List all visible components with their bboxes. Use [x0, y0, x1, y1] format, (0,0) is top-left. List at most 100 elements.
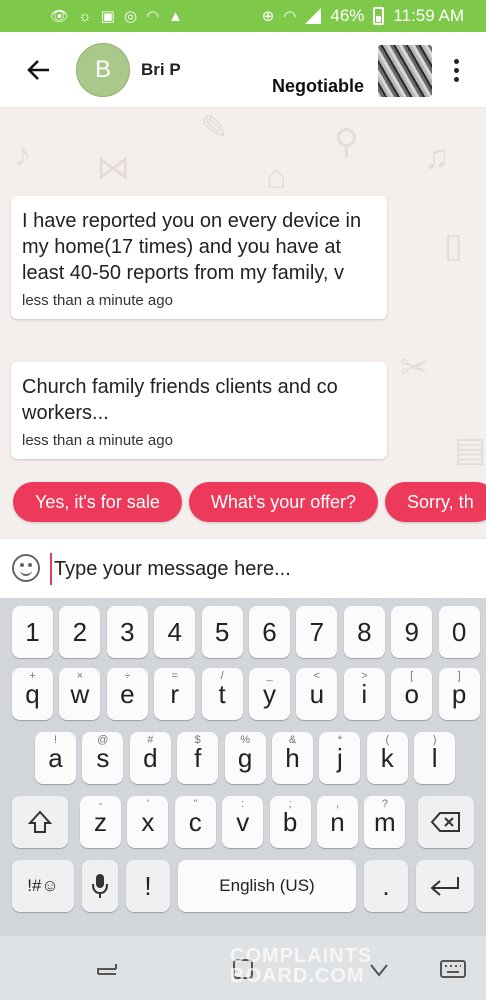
key-secondary-label: ?: [381, 798, 388, 810]
key-secondary-label: ]: [457, 670, 461, 682]
symbols-key[interactable]: !#☺: [12, 860, 74, 912]
key[interactable]: (k: [366, 732, 408, 784]
key-secondary-label: !: [53, 734, 58, 746]
shift-key[interactable]: [12, 796, 68, 848]
key[interactable]: ! a: [35, 732, 76, 784]
scissors-icon: ✂: [400, 349, 429, 387]
key-label: l: [431, 742, 438, 773]
key-label: 7: [309, 616, 325, 647]
key-label: h: [285, 742, 300, 773]
key[interactable]: ? m: [364, 796, 406, 848]
key-label: r: [170, 678, 180, 709]
voice-input-key[interactable]: [82, 860, 118, 912]
key[interactable]: # d: [129, 732, 171, 784]
doodle-icon: ✎: [200, 109, 229, 147]
key[interactable]: :v: [222, 796, 264, 848]
key[interactable]: 1: [12, 606, 53, 658]
key[interactable]: _ y: [249, 668, 290, 720]
key[interactable]: -z: [80, 796, 121, 848]
keyboard-switch-button[interactable]: [438, 954, 468, 984]
back-arrow-icon: [27, 60, 49, 80]
key[interactable]: ; b: [269, 796, 311, 848]
key[interactable]: 8: [343, 606, 385, 658]
key-secondary-label: -: [98, 798, 103, 810]
key-secondary-label: #: [147, 734, 154, 746]
more-options-button[interactable]: [444, 54, 468, 86]
key-label: v: [236, 806, 250, 837]
backspace-icon: [430, 812, 460, 832]
trumpet-icon: ♪: [14, 136, 31, 174]
keyboard-icon: [440, 960, 466, 978]
key-label: j: [337, 742, 343, 773]
exclamation-key[interactable]: !: [126, 860, 170, 912]
soft-keyboard: !#☺ ! English (US) . 1 2 3 4 5 6 7 8 9 0 + q × w ÷ e = r /…: [0, 598, 486, 936]
key-label: o: [404, 678, 419, 709]
microphone-icon: [92, 874, 108, 898]
key-secondary-label: ÷: [124, 670, 131, 682]
key-secondary-label: _: [266, 670, 273, 682]
key[interactable]: 0: [438, 606, 480, 658]
listing-thumbnail[interactable]: [378, 45, 432, 97]
space-key[interactable]: English (US): [178, 860, 356, 912]
data-saver-icon: ⊕: [261, 7, 275, 25]
key[interactable]: 4: [154, 606, 196, 658]
key[interactable]: / t: [201, 668, 243, 720]
key[interactable]: 5: [201, 606, 243, 658]
recent-apps-button[interactable]: [92, 954, 122, 984]
key[interactable]: × w: [59, 668, 101, 720]
key-secondary-label: ': [146, 798, 149, 810]
key-label: m: [374, 806, 396, 837]
quick-reply-for-sale[interactable]: Yes, it's for sale: [13, 482, 182, 522]
avatar[interactable]: B: [76, 43, 130, 97]
key-label: 0: [451, 616, 467, 647]
key-label: f: [194, 742, 202, 773]
key[interactable]: [o: [391, 668, 433, 720]
key[interactable]: + q: [12, 668, 53, 720]
key[interactable]: @ s: [82, 732, 124, 784]
status-icons-left: 👁 ☼ ▣ ◎ ◠ ▲: [50, 9, 183, 24]
key[interactable]: 6: [249, 606, 290, 658]
key[interactable]: " c: [174, 796, 216, 848]
key-label: s: [96, 742, 110, 773]
recent-apps-icon: [97, 964, 117, 975]
key[interactable]: * j: [319, 732, 361, 784]
message-bubble[interactable]: Church family friends clients and co wor…: [11, 362, 387, 459]
key[interactable]: ) l: [414, 732, 456, 784]
backspace-key[interactable]: [418, 796, 474, 848]
key[interactable]: 3: [106, 606, 148, 658]
key[interactable]: 9: [391, 606, 433, 658]
key[interactable]: = r: [154, 668, 196, 720]
key[interactable]: > i: [343, 668, 385, 720]
key[interactable]: % g: [224, 732, 266, 784]
key-secondary-label: &: [288, 734, 297, 746]
dot: [453, 76, 459, 82]
shoe-icon: ⌂: [266, 158, 287, 196]
shift-icon: [27, 810, 53, 833]
key[interactable]: 2: [59, 606, 101, 658]
message-bubble[interactable]: I have reported you on every device in m…: [11, 196, 387, 319]
watermark-line: COMPLAINTS: [230, 945, 373, 967]
chat-area[interactable]: ✎ ♪ ⋈ ⚲ ♫ ⌂ ▯ ✂ ▤ I have reported you on…: [0, 108, 486, 538]
quick-reply-sorry[interactable]: Sorry, th: [385, 482, 486, 522]
emoji-icon[interactable]: [12, 554, 40, 582]
message-input[interactable]: [50, 553, 470, 585]
image-icon: ▣: [100, 7, 115, 25]
key[interactable]: ] p: [438, 668, 480, 720]
key[interactable]: < u: [296, 668, 338, 720]
key-secondary-label: [: [410, 670, 414, 682]
back-button[interactable]: [20, 54, 56, 86]
period-key[interactable]: .: [364, 860, 408, 912]
quick-reply-offer[interactable]: What's your offer?: [188, 482, 379, 522]
key[interactable]: & h: [272, 732, 313, 784]
key[interactable]: $ f: [177, 732, 219, 784]
key[interactable]: ÷ e: [106, 668, 148, 720]
key[interactable]: ' x: [127, 796, 169, 848]
enter-key[interactable]: [416, 860, 474, 912]
key-label: x: [141, 806, 155, 837]
key[interactable]: 7: [296, 606, 338, 658]
key[interactable]: ,n: [317, 796, 358, 848]
key-secondary-label: <: [313, 670, 321, 682]
key-secondary-label: @: [97, 734, 109, 746]
contact-name[interactable]: Bri P: [141, 60, 181, 80]
watermark: COMPLAINTS BOARD.COM: [230, 946, 372, 986]
